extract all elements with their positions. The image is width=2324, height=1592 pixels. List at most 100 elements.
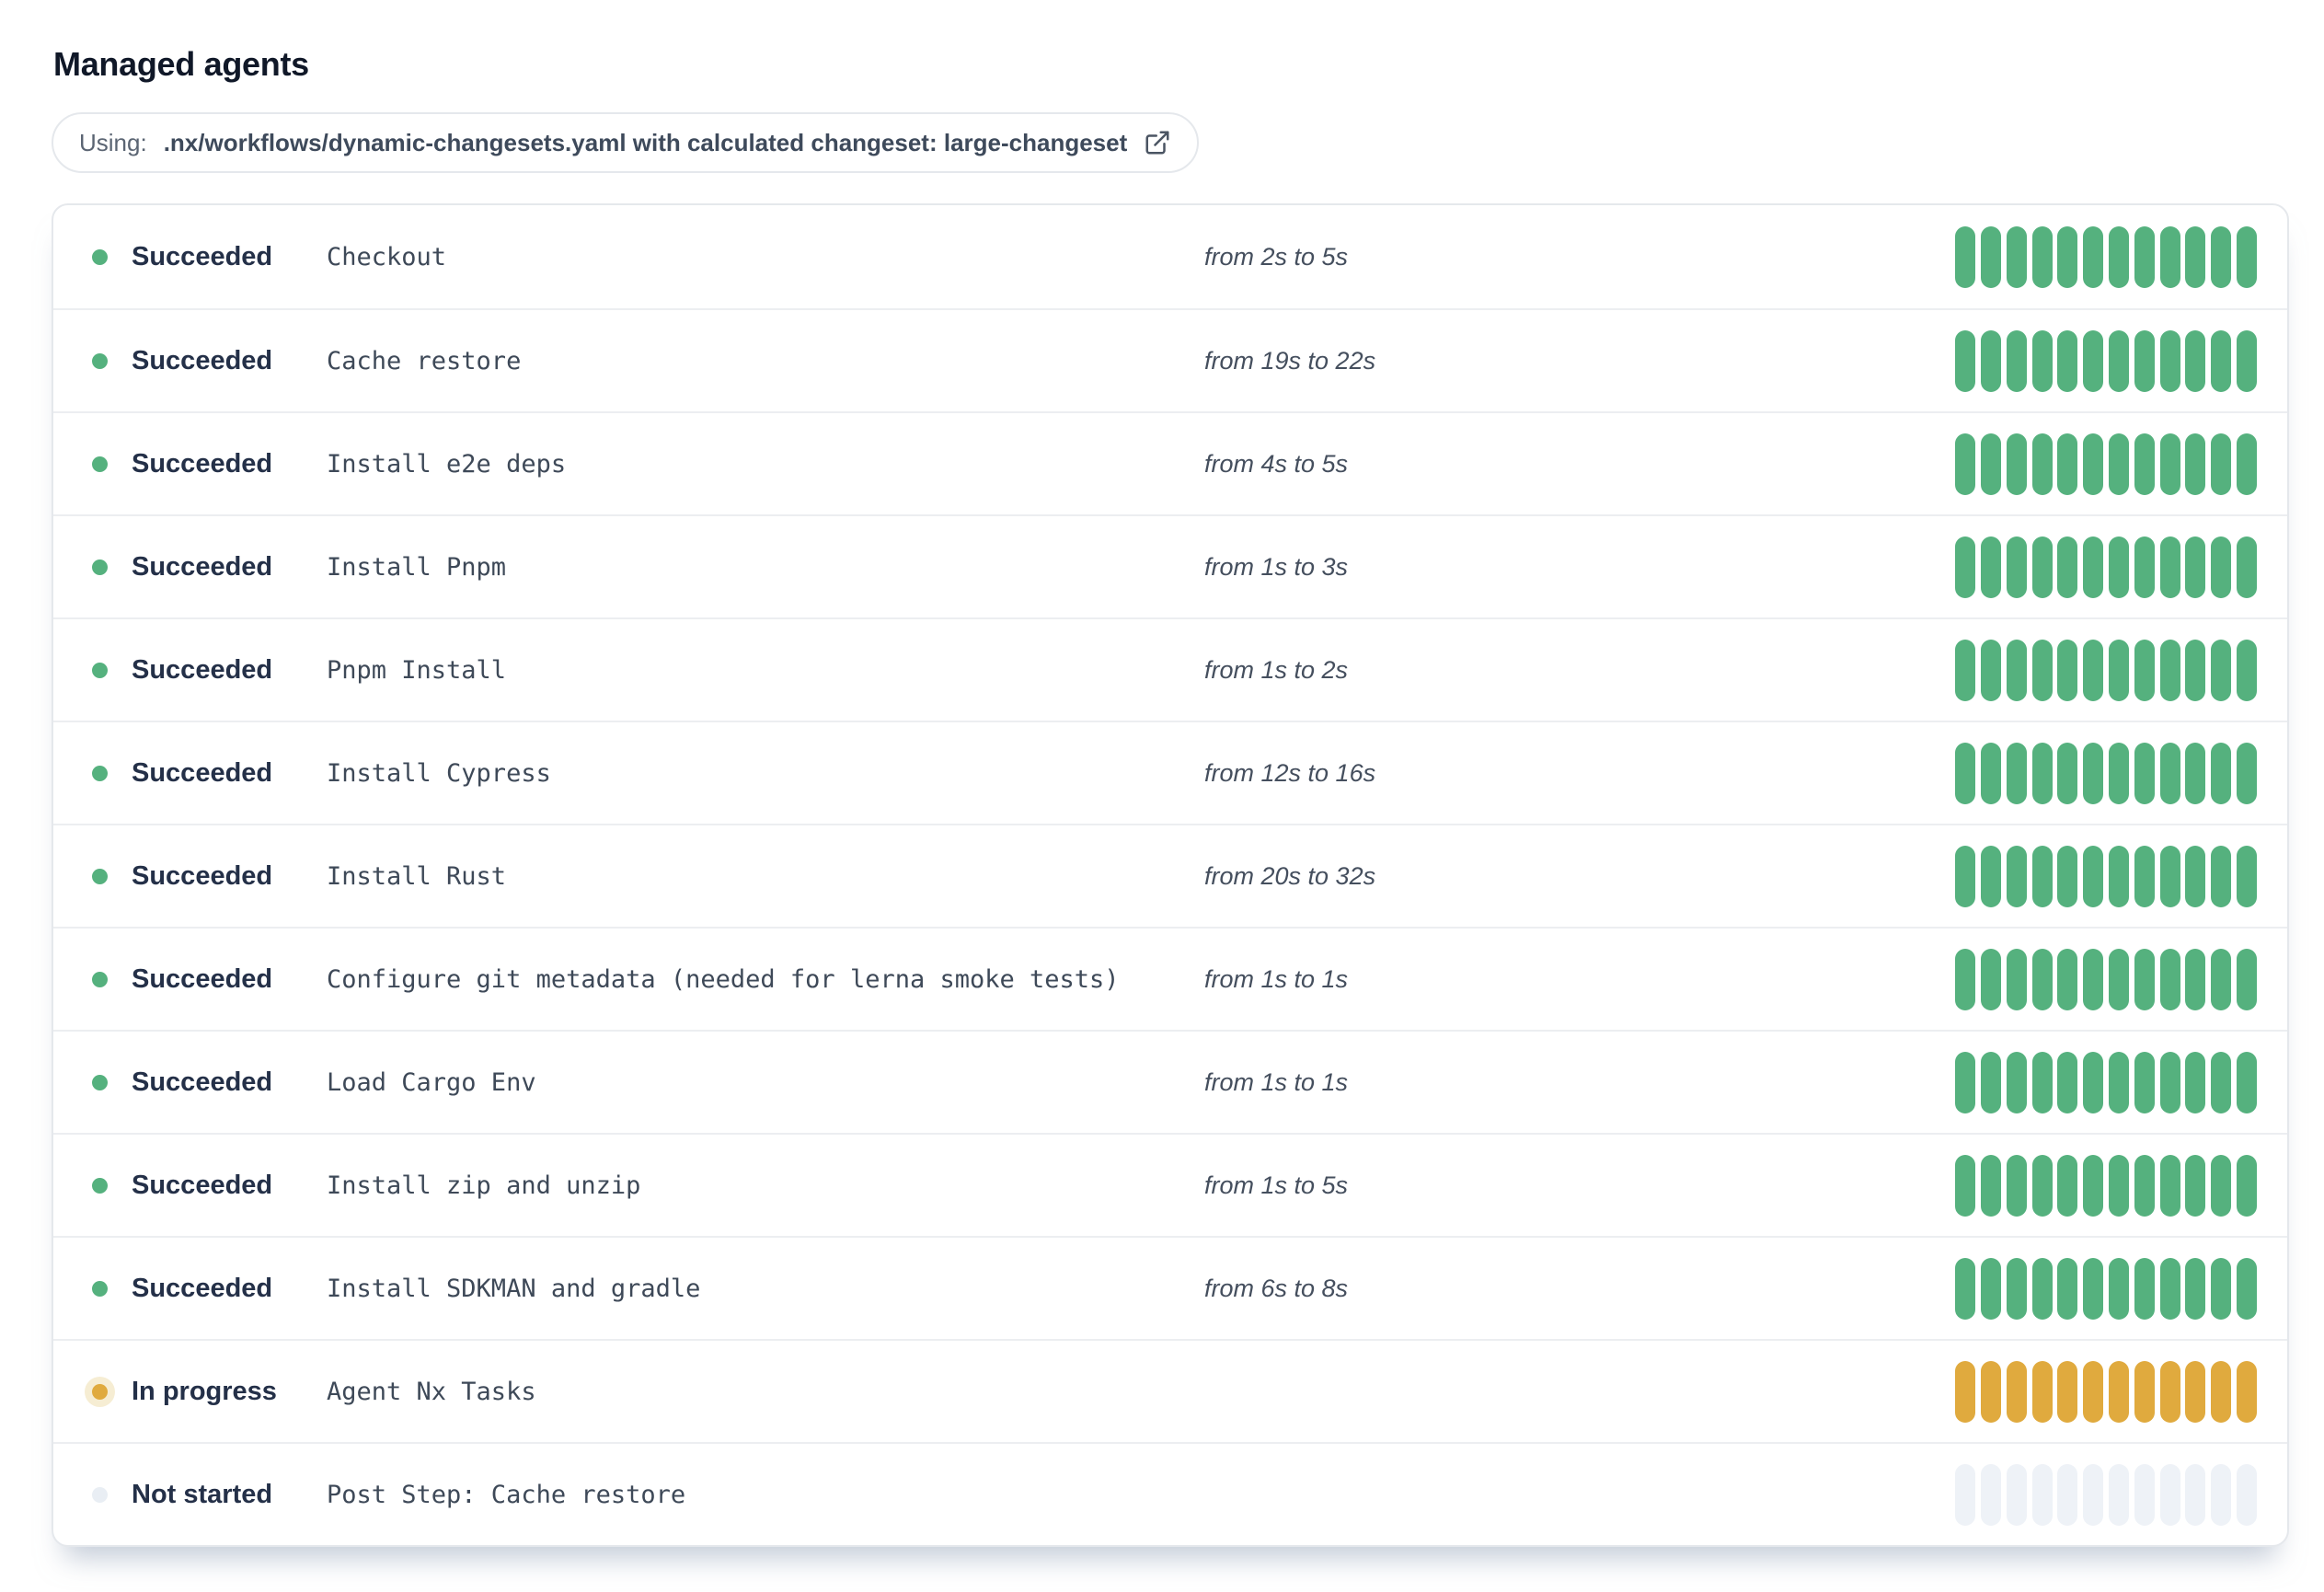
agent-step-row[interactable]: Succeeded Checkout from 2s to 5s <box>53 205 2287 308</box>
progress-segment <box>2159 948 2180 1010</box>
agent-step-row[interactable]: Succeeded Install Rust from 20s to 32s <box>53 824 2287 927</box>
progress-segment <box>2134 948 2155 1010</box>
status-dot-icon <box>92 248 108 265</box>
progress-segment <box>2031 639 2053 701</box>
status-label: Not started <box>132 1479 273 1509</box>
progress-segment <box>2083 536 2104 598</box>
agent-step-row[interactable]: Succeeded Install e2e deps from 4s to 5s <box>53 411 2287 514</box>
workflow-config-prefix: Using: <box>79 128 147 156</box>
progress-segment <box>2006 1360 2027 1423</box>
progress-segment <box>2083 845 2104 907</box>
progress-segment <box>2057 329 2078 392</box>
progress-segment <box>2237 845 2257 907</box>
progress-segment <box>2159 639 2180 701</box>
progress-segment <box>2083 1360 2104 1423</box>
progress-segment <box>2006 1463 2027 1526</box>
progress-segment <box>2237 639 2257 701</box>
progress-segment <box>1981 225 2002 288</box>
progress-segment <box>1981 742 2002 804</box>
external-link-icon <box>1145 131 1169 155</box>
status-label: Succeeded <box>132 963 273 994</box>
progress-segment <box>2083 1257 2104 1320</box>
progress-segment <box>2134 742 2155 804</box>
progress-segment <box>2083 742 2104 804</box>
progress-segment <box>2134 433 2155 495</box>
progress-segment <box>2057 1051 2078 1113</box>
progress-segment <box>2109 1154 2130 1217</box>
progress-segment <box>1981 948 2002 1010</box>
progress-segment <box>2031 1360 2053 1423</box>
progress-segment <box>2109 1051 2130 1113</box>
progress-segment <box>2109 845 2130 907</box>
progress-segment <box>2109 1463 2130 1526</box>
progress-segment <box>2211 1154 2232 1217</box>
progress-segment <box>2185 948 2206 1010</box>
duration-estimate: from 1s to 2s <box>1204 655 1349 684</box>
progress-segment <box>2083 1051 2104 1113</box>
progress-segment <box>2237 433 2257 495</box>
agent-step-row[interactable]: Succeeded Install Pnpm from 1s to 3s <box>53 514 2287 617</box>
duration-estimate: from 19s to 22s <box>1204 346 1376 375</box>
agent-progress-bar <box>1955 536 2257 598</box>
status-cell: Succeeded <box>92 242 327 272</box>
agent-progress-bar <box>1955 329 2257 392</box>
status-cell: Succeeded <box>92 552 327 583</box>
progress-segment <box>2006 1257 2027 1320</box>
agent-step-row[interactable]: Succeeded Load Cargo Env from 1s to 1s <box>53 1030 2287 1133</box>
progress-segment <box>2083 948 2104 1010</box>
progress-segment <box>1981 845 2002 907</box>
step-name: Checkout <box>327 242 447 271</box>
progress-segment <box>1955 1257 1976 1320</box>
managed-agents-card: Succeeded Checkout from 2s to 5s Succeed… <box>52 203 2289 1547</box>
progress-segment <box>2006 433 2027 495</box>
status-dot-icon <box>92 456 108 472</box>
step-name: Install e2e deps <box>327 449 567 479</box>
progress-segment <box>1981 1154 2002 1217</box>
status-dot-icon <box>92 662 108 678</box>
progress-segment <box>2185 742 2206 804</box>
agent-progress-bar <box>1955 948 2257 1010</box>
agent-step-row[interactable]: Succeeded Pnpm Install from 1s to 2s <box>53 617 2287 721</box>
progress-segment <box>1955 225 1976 288</box>
progress-segment <box>1955 1360 1976 1423</box>
progress-segment <box>2134 329 2155 392</box>
agent-step-row[interactable]: Succeeded Install SDKMAN and gradle from… <box>53 1236 2287 1339</box>
progress-segment <box>2083 1154 2104 1217</box>
status-label: Succeeded <box>132 757 273 788</box>
agent-step-row[interactable]: Succeeded Install zip and unzip from 1s … <box>53 1133 2287 1236</box>
progress-segment <box>1981 1051 2002 1113</box>
status-dot-icon <box>92 1074 108 1090</box>
agent-step-row[interactable]: Succeeded Install Cypress from 12s to 16… <box>53 721 2287 824</box>
progress-segment <box>1955 948 1976 1010</box>
step-name: Install SDKMAN and gradle <box>327 1274 701 1303</box>
agent-step-row[interactable]: In progress Agent Nx Tasks <box>53 1339 2287 1442</box>
progress-segment <box>2159 1463 2180 1526</box>
agent-progress-bar <box>1955 1154 2257 1217</box>
progress-segment <box>2057 948 2078 1010</box>
progress-segment <box>2159 329 2180 392</box>
progress-segment <box>1981 1463 2002 1526</box>
step-name: Pnpm Install <box>327 655 507 685</box>
agent-step-row[interactable]: Succeeded Cache restore from 19s to 22s <box>53 308 2287 411</box>
duration-estimate: from 1s to 1s <box>1204 1067 1349 1096</box>
agent-step-row[interactable]: Not started Post Step: Cache restore <box>53 1442 2287 1545</box>
progress-segment <box>2211 1051 2232 1113</box>
status-label: Succeeded <box>132 860 273 891</box>
progress-segment <box>2109 536 2130 598</box>
progress-segment <box>2083 433 2104 495</box>
agent-step-row[interactable]: Succeeded Configure git metadata (needed… <box>53 927 2287 1030</box>
progress-segment <box>2211 433 2232 495</box>
progress-segment <box>2211 329 2232 392</box>
workflow-config-pill[interactable]: Using: .nx/workflows/dynamic-changesets.… <box>52 112 1200 173</box>
progress-segment <box>2134 1463 2155 1526</box>
progress-segment <box>1981 329 2002 392</box>
progress-segment <box>2185 225 2206 288</box>
progress-segment <box>2211 1463 2232 1526</box>
agent-progress-bar <box>1955 1360 2257 1423</box>
progress-segment <box>2031 1257 2053 1320</box>
step-name: Load Cargo Env <box>327 1067 536 1097</box>
duration-estimate: from 20s to 32s <box>1204 861 1376 890</box>
progress-segment <box>2057 845 2078 907</box>
status-cell: Succeeded <box>92 964 327 995</box>
status-dot-icon <box>92 1486 108 1503</box>
